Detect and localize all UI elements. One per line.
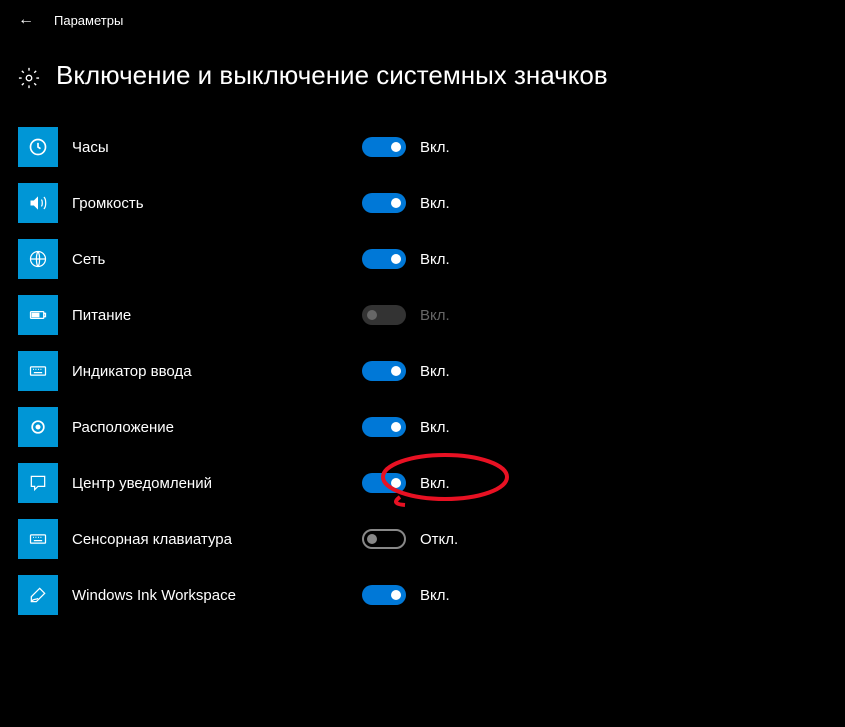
toggle-windows-ink[interactable]	[362, 585, 406, 605]
toggle-location[interactable]	[362, 417, 406, 437]
back-button[interactable]: ←	[18, 11, 34, 29]
setting-label: Громкость	[72, 195, 362, 212]
setting-row-input-indicator: Индикатор ввода Вкл.	[18, 343, 845, 399]
keyboard-icon	[18, 351, 58, 391]
settings-list: Часы Вкл. Громкость Вкл. Сеть Вкл. Питан…	[0, 119, 845, 623]
toggle-state-label: Вкл.	[420, 363, 450, 380]
setting-label: Расположение	[72, 419, 362, 436]
setting-label: Сеть	[72, 251, 362, 268]
clock-icon	[18, 127, 58, 167]
toggle-state-label: Вкл.	[420, 475, 450, 492]
toggle-power	[362, 305, 406, 325]
setting-row-volume: Громкость Вкл.	[18, 175, 845, 231]
toggle-state-label: Вкл.	[420, 139, 450, 156]
setting-label: Сенсорная клавиатура	[72, 531, 362, 548]
toggle-state-label: Вкл.	[420, 419, 450, 436]
power-icon	[18, 295, 58, 335]
toggle-state-label: Вкл.	[420, 307, 450, 324]
toggle-state-label: Вкл.	[420, 251, 450, 268]
setting-row-network: Сеть Вкл.	[18, 231, 845, 287]
header-title: Параметры	[54, 13, 123, 28]
volume-icon	[18, 183, 58, 223]
toggle-touch-keyboard[interactable]	[362, 529, 406, 549]
setting-row-action-center: Центр уведомлений Вкл.	[18, 455, 845, 511]
toggle-network[interactable]	[362, 249, 406, 269]
setting-label: Windows Ink Workspace	[72, 587, 362, 604]
network-icon	[18, 239, 58, 279]
setting-row-power: Питание Вкл.	[18, 287, 845, 343]
toggle-volume[interactable]	[362, 193, 406, 213]
toggle-state-label: Вкл.	[420, 587, 450, 604]
toggle-state-label: Вкл.	[420, 195, 450, 212]
page-title-row: Включение и выключение системных значков	[0, 40, 845, 119]
toggle-clock[interactable]	[362, 137, 406, 157]
setting-row-touch-keyboard: Сенсорная клавиатура Откл.	[18, 511, 845, 567]
setting-label: Центр уведомлений	[72, 475, 362, 492]
toggle-input-indicator[interactable]	[362, 361, 406, 381]
location-icon	[18, 407, 58, 447]
gear-icon	[18, 67, 40, 89]
setting-label: Питание	[72, 307, 362, 324]
keyboard-icon	[18, 519, 58, 559]
setting-label: Индикатор ввода	[72, 363, 362, 380]
pen-icon	[18, 575, 58, 615]
setting-row-location: Расположение Вкл.	[18, 399, 845, 455]
setting-label: Часы	[72, 139, 362, 156]
toggle-action-center[interactable]	[362, 473, 406, 493]
toggle-state-label: Откл.	[420, 531, 458, 548]
header: ← Параметры	[0, 0, 845, 40]
setting-row-clock: Часы Вкл.	[18, 119, 845, 175]
setting-row-windows-ink: Windows Ink Workspace Вкл.	[18, 567, 845, 623]
page-title: Включение и выключение системных значков	[56, 60, 608, 91]
notification-icon	[18, 463, 58, 503]
